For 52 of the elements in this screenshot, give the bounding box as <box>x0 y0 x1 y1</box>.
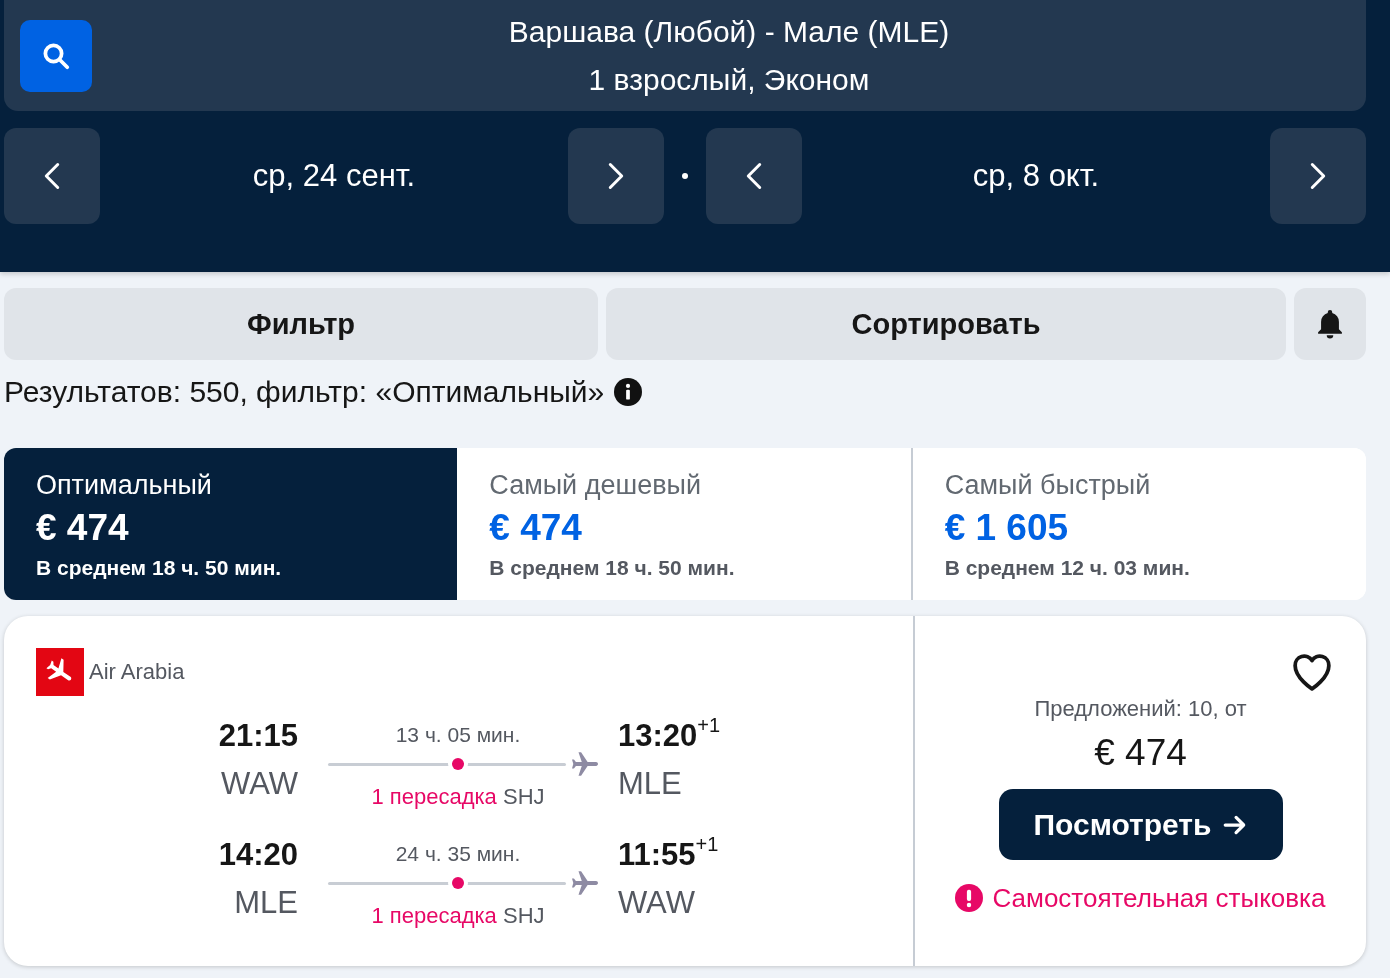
stop-dot-icon <box>452 758 464 770</box>
leg-duration: 13 ч. 05 мин. <box>395 723 521 746</box>
tab-title: Самый быстрый <box>944 469 1152 501</box>
chevron-left-icon <box>44 162 60 190</box>
airline-logo-icon <box>36 648 84 696</box>
tab-duration: В среднем 18 ч. 50 мин. <box>489 555 736 581</box>
separator-dot-icon <box>682 173 688 179</box>
chevron-right-icon <box>1310 162 1326 190</box>
arrive-time: 13:20$^{+1}$ <box>618 718 721 753</box>
info-icon[interactable] <box>614 378 643 406</box>
result-price: € 474 <box>1094 731 1187 775</box>
results-summary: Результатов: 550, фильтр: «Оптимальный» <box>4 374 605 410</box>
leg-duration: 24 ч. 35 мин. <box>395 842 521 865</box>
chevron-left-icon <box>746 162 762 190</box>
arrive-airport: WAW <box>618 885 696 921</box>
sort-tab[interactable]: Самый быстрый € 1 605 В среднем 12 ч. 03 мин. <box>910 448 1366 600</box>
exclamation-icon <box>955 884 984 912</box>
stop-dot-icon <box>452 877 464 889</box>
route-title: Варшава (Любой) - Мале (MLE) <box>508 13 950 50</box>
stops-text: 1 пересадка SHJ <box>371 784 545 809</box>
search-summary-bar[interactable]: Варшава (Любой) - Мале (MLE) 1 взрослый, Эконом <box>4 0 1366 111</box>
bell-icon <box>1318 309 1342 339</box>
tab-title: Оптимальный <box>36 469 213 501</box>
stops-text: 1 пересадка SHJ <box>371 903 545 928</box>
arrive-airport: MLE <box>618 766 683 802</box>
depart-airport: MLE <box>233 885 298 921</box>
date-label[interactable]: ср, 24 сент. <box>252 158 416 194</box>
search-button[interactable] <box>20 19 92 92</box>
airline-name: Air Arabia <box>89 659 185 685</box>
tab-price: € 474 <box>36 506 130 550</box>
depart-time: 14:20 <box>217 837 298 873</box>
chevron-right-icon <box>608 162 624 190</box>
warning-text: Самостоятельная стыковка <box>992 882 1326 915</box>
view-button[interactable]: Посмотреть <box>998 789 1283 860</box>
arrive-time: 11:55$^{+1}$ <box>618 837 719 872</box>
price-alert-button[interactable] <box>1294 288 1366 360</box>
tab-title: Самый дешевый <box>489 469 702 501</box>
plane-icon <box>572 752 598 776</box>
depart-time: 21:15 <box>217 718 298 754</box>
tab-price: € 474 <box>489 506 583 550</box>
date-label[interactable]: ср, 8 окт. <box>972 158 1100 194</box>
passengers-text: 1 взрослый, Эконом <box>588 61 870 98</box>
heart-icon[interactable] <box>1292 652 1332 692</box>
tab-duration: В среднем 12 ч. 03 мин. <box>944 555 1191 581</box>
filter-button[interactable]: Фильтр <box>4 288 598 360</box>
offers-text: Предложений: 10, от <box>1034 695 1247 723</box>
tab-price: € 1 605 <box>944 506 1070 550</box>
depart-airport: WAW <box>220 766 298 802</box>
plane-icon <box>572 871 598 895</box>
sort-button[interactable]: Сортировать <box>606 288 1286 360</box>
tab-duration: В среднем 18 ч. 50 мин. <box>36 555 283 581</box>
sort-tab[interactable]: Оптимальный € 474 В среднем 18 ч. 50 мин. <box>4 448 458 600</box>
